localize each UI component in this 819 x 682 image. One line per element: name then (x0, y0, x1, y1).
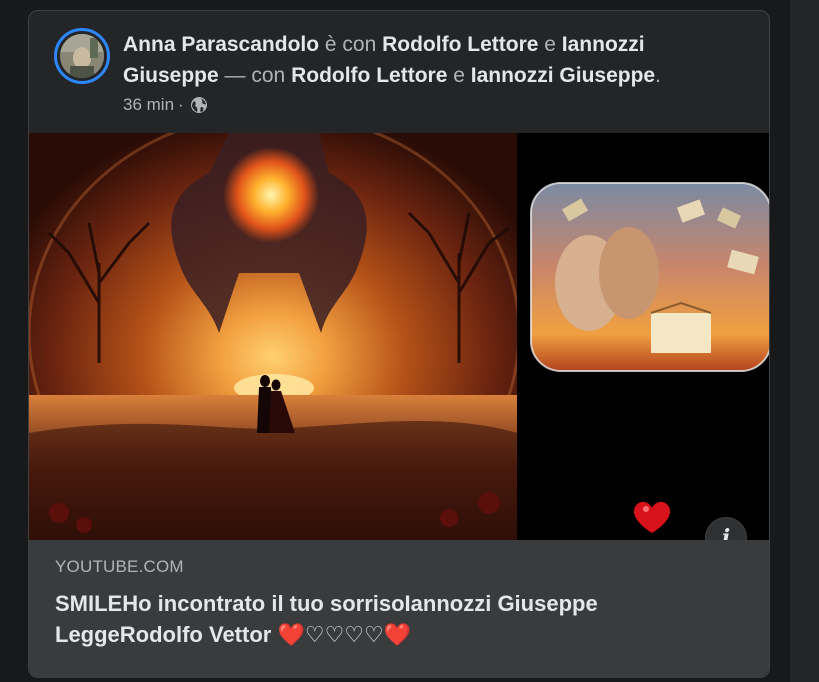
tagged-user-link[interactable]: Rodolfo Lettore (382, 33, 538, 56)
link-preview-image[interactable] (29, 133, 769, 540)
with-text: — con (218, 64, 292, 87)
avatar-image (60, 34, 104, 78)
red-heart-emoji: ❤️ (277, 622, 305, 647)
post-header: Anna Parascandolo è con Rodolfo Lettore … (123, 29, 723, 91)
tagged-user-link[interactable]: Rodolfo Lettore (291, 64, 447, 87)
author-name-link[interactable]: Anna Parascandolo (123, 33, 319, 56)
meta-separator: · (178, 95, 184, 114)
with-text: è con (319, 33, 383, 56)
post-timestamp[interactable]: 36 min (123, 95, 174, 115)
tagged-user-link[interactable]: Iannozzi Giuseppe (471, 64, 655, 87)
post-meta: 36 min · (123, 95, 208, 115)
and-text: e (538, 33, 562, 56)
and-text: e (447, 64, 471, 87)
globe-icon[interactable] (190, 96, 208, 114)
post-card: Anna Parascandolo è con Rodolfo Lettore … (28, 10, 770, 678)
link-domain: YOUTUBE.COM (55, 557, 184, 576)
period-text: . (655, 64, 661, 87)
author-avatar[interactable] (54, 28, 110, 84)
red-heart-emoji: ❤️ (383, 622, 412, 647)
outline-hearts: ♡♡♡♡ (304, 622, 384, 647)
link-title[interactable]: SMILEHo incontrato il tuo sorrisoIannozz… (55, 588, 735, 650)
link-preview-caption[interactable]: YOUTUBE.COM SMILEHo incontrato il tuo so… (29, 540, 769, 677)
right-scroll-area (790, 0, 819, 682)
